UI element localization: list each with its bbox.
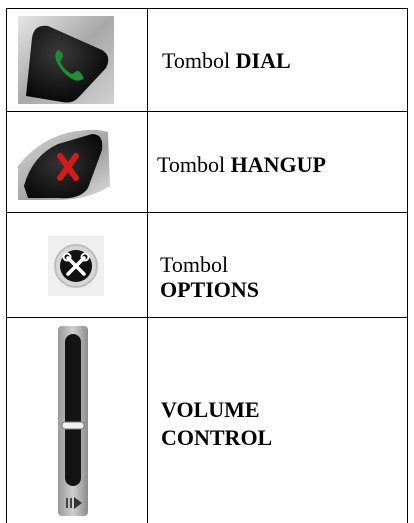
dial-label-bold: DIAL: [235, 48, 291, 73]
hangup-label-bold: HANGUP: [230, 152, 326, 177]
hangup-label: Tombol HANGUP: [157, 152, 326, 177]
volume-slider-icon: [56, 326, 90, 516]
row-divider-2: [6, 212, 408, 213]
table-border-right: [407, 8, 408, 523]
options-tools-button-icon: [48, 236, 104, 296]
dial-label: Tombol DIAL: [162, 48, 291, 73]
table-border-mid: [147, 8, 148, 523]
row-divider-3: [6, 317, 408, 318]
options-label-prefix: Tombol: [160, 252, 229, 277]
options-label-bold: OPTIONS: [160, 277, 260, 303]
icon-legend-table: Tombol DIAL Tombol HANGUP Tombol OPTIONS…: [0, 0, 414, 523]
hangup-label-prefix: Tombol: [157, 152, 231, 177]
volume-label-line1: VOLUME: [161, 397, 260, 422]
dial-label-prefix: Tombol: [162, 48, 236, 73]
hangup-phone-button-icon: [18, 126, 114, 202]
table-border-top: [6, 8, 408, 9]
dial-phone-button-icon: [18, 16, 114, 104]
table-border-left: [6, 8, 7, 523]
volume-control-label: VOLUME CONTROL: [161, 396, 381, 451]
row-divider-1: [6, 111, 408, 112]
volume-label-line2: CONTROL: [161, 424, 273, 450]
options-label: Tombol OPTIONS: [160, 252, 360, 303]
